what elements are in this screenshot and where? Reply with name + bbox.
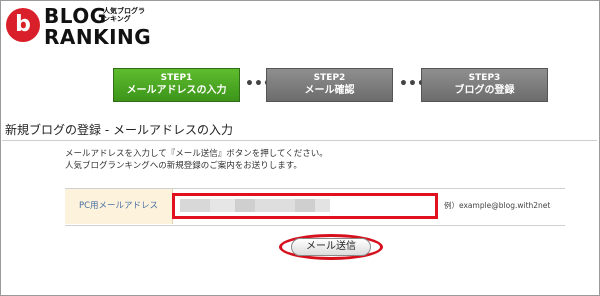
step-3-number: STEP3	[468, 73, 501, 83]
step-2-label: メール確認	[304, 85, 355, 96]
email-field-highlight	[172, 193, 438, 219]
logo-word-blog: BLOG	[44, 4, 107, 28]
step-3-label: ブログの登録	[454, 85, 515, 96]
step-1-email-input: STEP1 メールアドレスの入力	[113, 68, 240, 102]
logo-mark-glyph: b	[15, 12, 31, 37]
step-3-blog-register: STEP3 ブログの登録	[421, 68, 548, 102]
instruction-line-1: メールアドレスを入力して『メール送信』ボタンを押してください。	[65, 149, 328, 159]
step-2-mail-confirm: STEP2 メール確認	[266, 68, 393, 102]
blog-ranking-logo[interactable]: b BLOG 人気ブログランキング RANKING	[6, 4, 151, 49]
logo-subtitle: 人気ブログランキング	[103, 7, 145, 23]
title-divider	[2, 140, 597, 141]
logo-mark-icon: b	[6, 8, 40, 42]
instruction-line-2: 人気ブログランキングへの新規登録のご案内をお送りします。	[65, 161, 302, 171]
page-title: 新規ブログの登録 - メールアドレスの入力	[5, 123, 233, 137]
instructions: メールアドレスを入力して『メール送信』ボタンを押してください。 人気ブログランキ…	[65, 148, 565, 172]
logo-word-ranking: RANKING	[44, 25, 152, 49]
send-mail-button[interactable]: メール送信	[291, 238, 371, 256]
email-example-text: 例）example@blog.with2net	[444, 201, 551, 210]
step-1-label: メールアドレスの入力	[126, 85, 227, 96]
email-field-label: PC用メールアドレス	[65, 189, 173, 224]
step-1-number: STEP1	[160, 73, 193, 83]
step-2-number: STEP2	[313, 73, 346, 83]
